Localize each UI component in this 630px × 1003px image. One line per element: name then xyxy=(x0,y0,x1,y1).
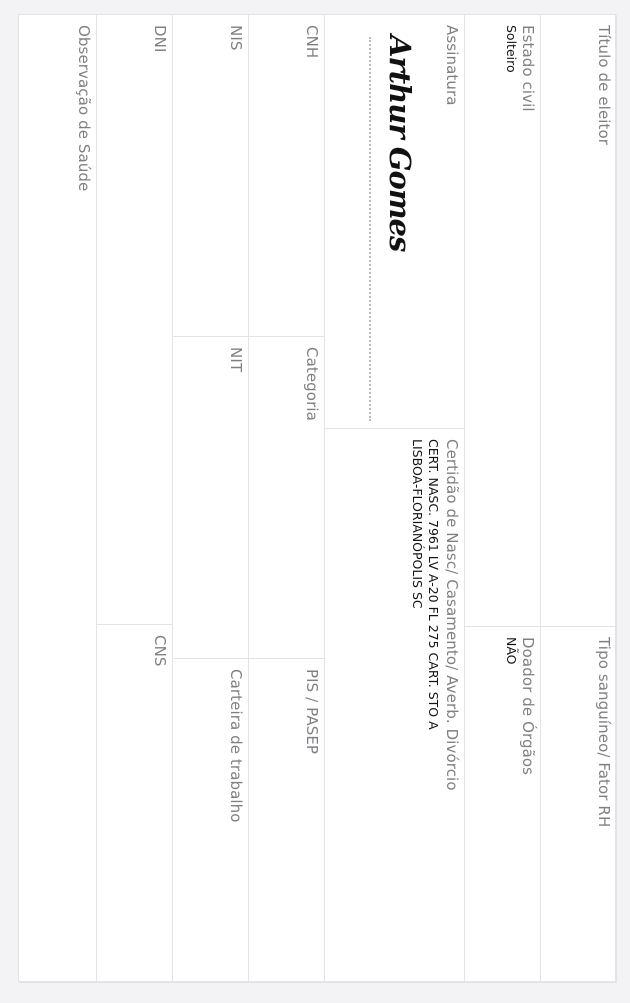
label-categoria: Categoria xyxy=(303,347,321,421)
label-estado-civil: Estado civil xyxy=(519,25,537,112)
document-card: Título de eleitor Tipo sanguíneo/ Fator … xyxy=(18,14,617,983)
certidao-field: Certidão de Nasc/ Casamento/ Averb. Divó… xyxy=(325,429,465,983)
value-doador-orgaos: NÃO xyxy=(504,637,519,665)
label-cns: CNS xyxy=(151,635,169,667)
label-nis: NIS xyxy=(227,25,245,51)
label-titulo-eleitor: Título de eleitor xyxy=(595,25,613,146)
label-carteira-trabalho: Carteira de trabalho xyxy=(227,669,245,823)
label-nit: NIT xyxy=(227,347,245,373)
label-pis-pasep: PIS / PASEP xyxy=(303,669,321,755)
label-observacao-saude: Observação de Saúde xyxy=(75,25,93,192)
estado-civil-field: Estado civil Solteiro xyxy=(465,15,541,627)
value-certidao-line2: LISBOA-FLORIANÓPOLIS SC xyxy=(410,439,425,609)
label-dni: DNI xyxy=(151,25,169,53)
label-tipo-sanguineo: Tipo sanguíneo/ Fator RH xyxy=(595,637,613,828)
label-cnh: CNH xyxy=(303,25,321,59)
label-certidao: Certidão de Nasc/ Casamento/ Averb. Divó… xyxy=(443,439,461,791)
label-doador-orgaos: Doador de Órgãos xyxy=(519,637,537,776)
doador-orgaos-field: Doador de Órgãos NÃO xyxy=(465,627,541,983)
signature-line xyxy=(369,37,371,421)
signature-image: Arthur Gomes xyxy=(383,35,417,252)
value-estado-civil: Solteiro xyxy=(504,25,519,73)
value-certidao-line1: CERT. NASC. 7961 LV A-20 FL 275 CART. ST… xyxy=(426,439,441,730)
label-assinatura: Assinatura xyxy=(443,25,461,106)
